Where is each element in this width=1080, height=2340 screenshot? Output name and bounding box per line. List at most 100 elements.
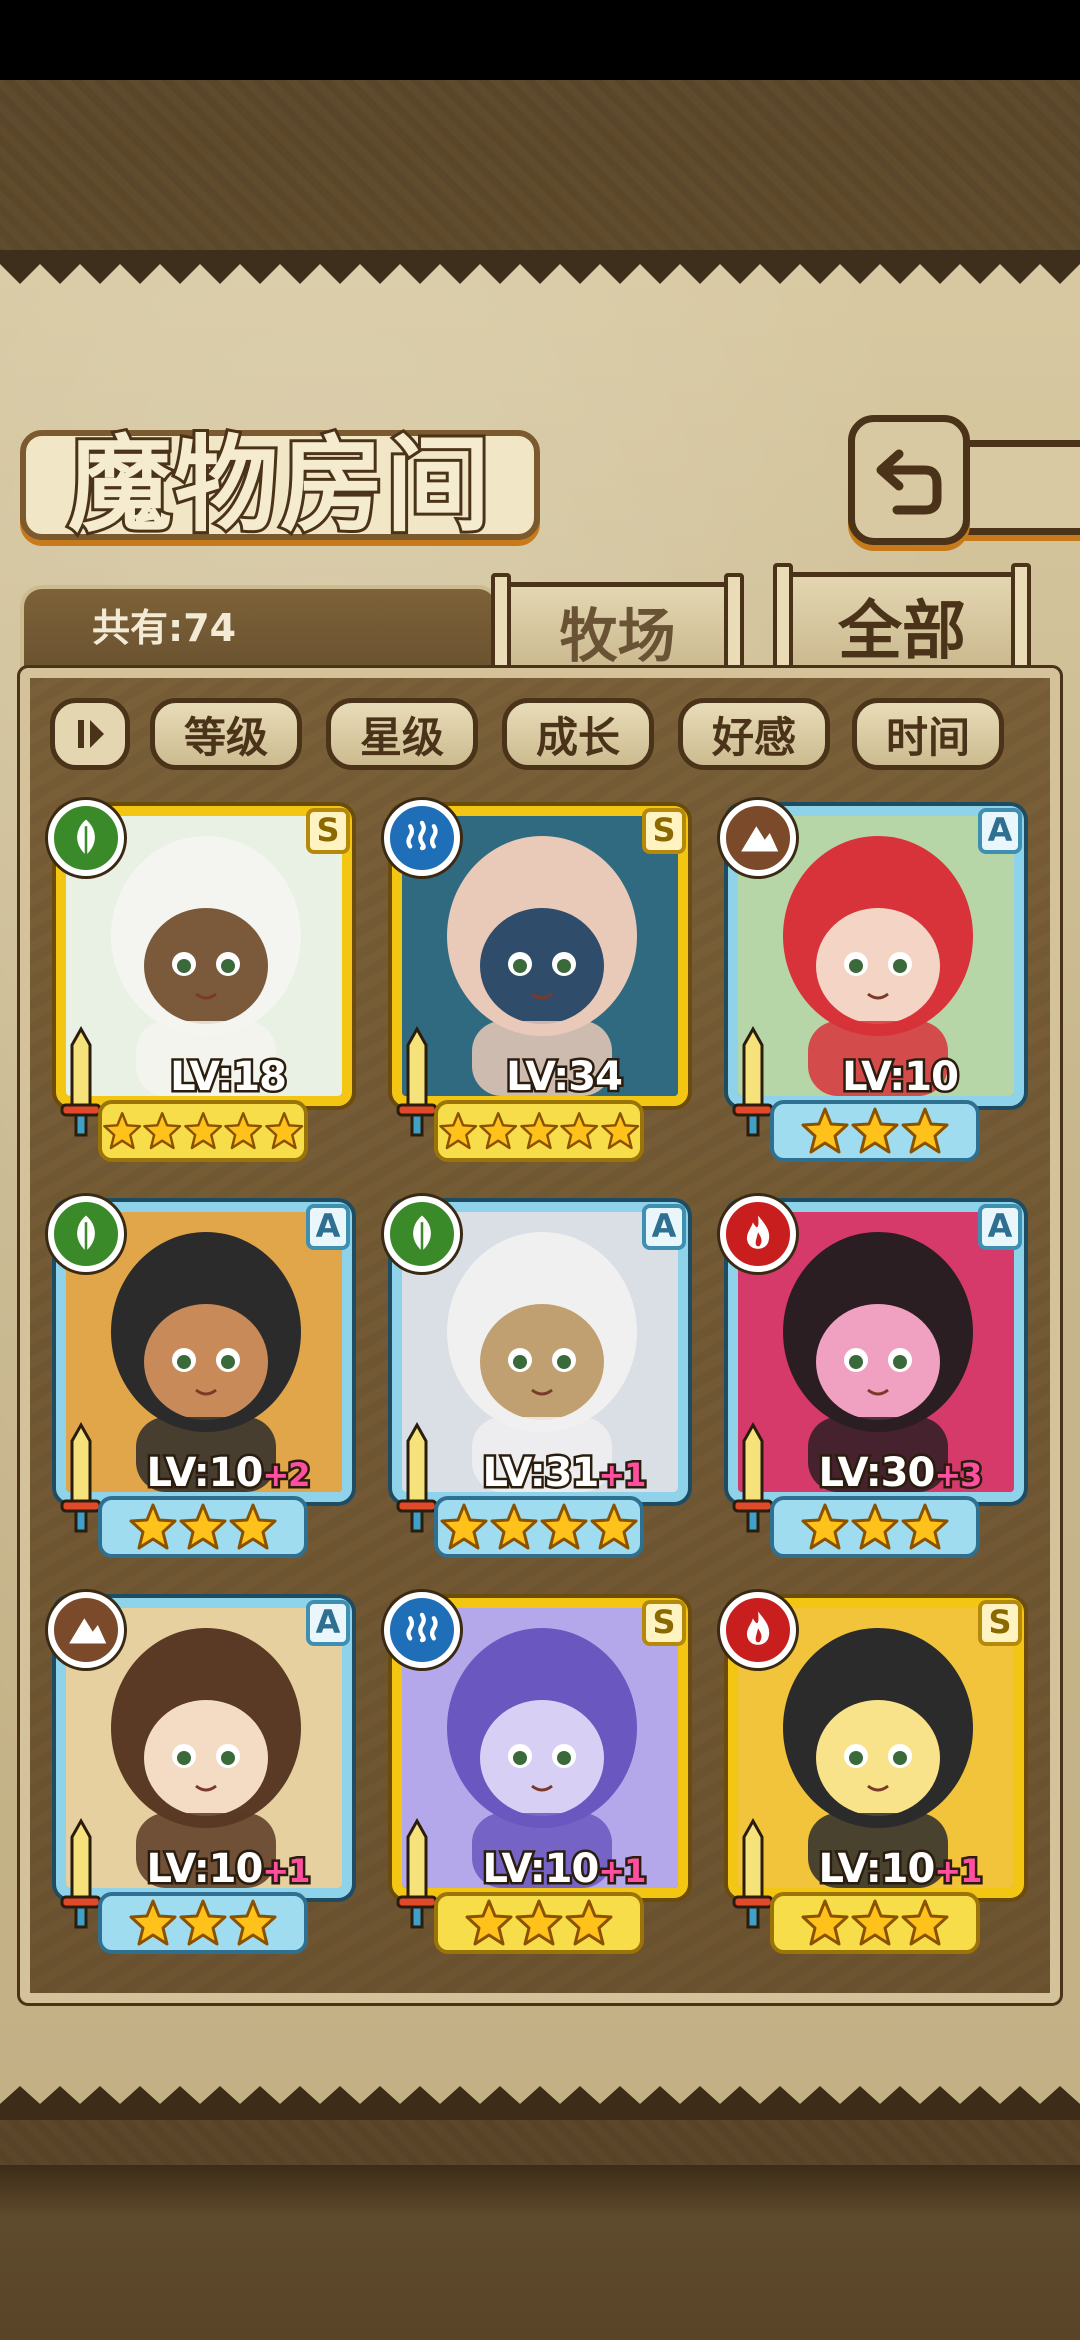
rank-badge: S: [642, 1600, 686, 1646]
tab-all[interactable]: 全部: [773, 563, 1031, 674]
mountain-icon: [741, 826, 779, 852]
star-icon: [520, 1112, 558, 1150]
wave-icon: [406, 1612, 438, 1643]
flame-icon: [746, 1611, 770, 1645]
status-bar: [0, 0, 1080, 80]
star-icon: [229, 1503, 277, 1550]
parchment-edge-bottom: [0, 2086, 1080, 2120]
star-rating: [770, 1100, 980, 1162]
monster-card[interactable]: A LV:10: [720, 800, 1030, 1162]
star-icon: [143, 1112, 182, 1150]
monster-level: LV:10+1: [780, 1844, 1020, 1895]
level-value: LV:30: [816, 1448, 938, 1499]
star-rating: [98, 1892, 308, 1954]
monster-level: LV:10+2: [108, 1448, 348, 1499]
sort-star-button[interactable]: 星级: [326, 698, 478, 770]
star-rating: [98, 1496, 308, 1558]
monster-level: LV:31+1: [444, 1448, 684, 1499]
star-icon: [851, 1107, 899, 1154]
star-icon: [264, 1112, 303, 1150]
monster-card[interactable]: S LV:34: [384, 800, 694, 1162]
leaf-icon: [413, 1215, 431, 1251]
star-icon: [565, 1899, 613, 1946]
collection-count: 共有:74: [92, 606, 237, 650]
monster-card[interactable]: S LV:10+1: [720, 1592, 1030, 1954]
rank-badge: S: [306, 808, 350, 854]
sort-affection-button[interactable]: 好感: [678, 698, 830, 770]
level-value: LV:10: [840, 1052, 962, 1103]
level-value: LV:10: [480, 1844, 602, 1895]
leaf-icon: [77, 1215, 95, 1251]
monster-level: LV:10+1: [444, 1844, 684, 1895]
star-icon: [179, 1899, 227, 1946]
back-button[interactable]: [848, 415, 970, 545]
sort-level-button[interactable]: 等级: [150, 698, 302, 770]
star-icon: [851, 1503, 899, 1550]
element-badge: [48, 1196, 124, 1272]
monster-card[interactable]: A LV:30+3: [720, 1196, 1030, 1558]
star-icon: [184, 1112, 222, 1150]
star-icon: [901, 1107, 949, 1154]
monster-level: LV:10+1: [108, 1844, 348, 1895]
star-rating: [770, 1496, 980, 1558]
parchment-edge-top: [0, 250, 1080, 284]
star-icon: [851, 1899, 899, 1946]
tab-post: [773, 563, 793, 673]
sort-growth-button[interactable]: 成长: [502, 698, 654, 770]
star-icon: [129, 1899, 177, 1946]
star-icon: [901, 1899, 949, 1946]
sort-order-toggle[interactable]: [50, 698, 130, 770]
rank-badge: A: [306, 1204, 350, 1250]
element-badge: [48, 800, 124, 876]
star-icon: [801, 1899, 849, 1946]
tab-post: [491, 573, 511, 683]
level-value: LV:10: [144, 1844, 266, 1895]
sort-time-button[interactable]: 时间: [852, 698, 1004, 770]
level-bonus: +1: [596, 1454, 649, 1497]
element-badge: [720, 800, 796, 876]
star-rating: [98, 1100, 308, 1162]
monster-card[interactable]: A LV:10+1: [48, 1592, 358, 1954]
flame-icon: [746, 1215, 770, 1249]
level-bonus: +1: [596, 1850, 649, 1893]
star-rating: [434, 1100, 644, 1162]
star-icon: [490, 1503, 538, 1550]
star-icon: [801, 1107, 849, 1154]
level-bonus: +1: [260, 1850, 313, 1893]
element-badge: [384, 1592, 460, 1668]
tab-pasture[interactable]: 牧场: [491, 573, 744, 683]
monster-card[interactable]: A LV:31+1: [384, 1196, 694, 1558]
monster-card[interactable]: S LV:10+1: [384, 1592, 694, 1954]
monster-card[interactable]: A LV:10+2: [48, 1196, 358, 1558]
element-badge: [720, 1592, 796, 1668]
back-arrow-icon: [876, 449, 942, 515]
rank-badge: S: [978, 1600, 1022, 1646]
monster-level: LV:18: [108, 1052, 348, 1103]
level-bonus: +1: [932, 1850, 985, 1893]
star-icon: [440, 1503, 488, 1550]
tab-post: [1011, 563, 1031, 673]
level-value: LV:10: [144, 1448, 266, 1499]
tab-label: 全部: [838, 593, 966, 669]
tab-post: [724, 573, 744, 683]
level-bonus: +3: [932, 1454, 985, 1497]
level-value: LV:31: [480, 1448, 602, 1499]
star-icon: [224, 1112, 263, 1150]
sort-order-icon: [78, 720, 104, 748]
back-button-rail: [965, 440, 1080, 535]
star-icon: [540, 1503, 588, 1550]
star-icon: [129, 1503, 177, 1550]
level-value: LV:18: [168, 1052, 290, 1103]
star-icon: [801, 1503, 849, 1550]
star-icon: [439, 1112, 478, 1150]
star-icon: [590, 1503, 638, 1550]
star-icon: [479, 1112, 518, 1150]
level-bonus: +2: [260, 1454, 313, 1497]
star-icon: [901, 1503, 949, 1550]
star-icon: [600, 1112, 639, 1150]
star-icon: [560, 1112, 599, 1150]
monster-card[interactable]: S LV:18: [48, 800, 358, 1162]
leaf-icon: [77, 819, 95, 855]
star-icon: [229, 1899, 277, 1946]
monster-level: LV:34: [444, 1052, 684, 1103]
